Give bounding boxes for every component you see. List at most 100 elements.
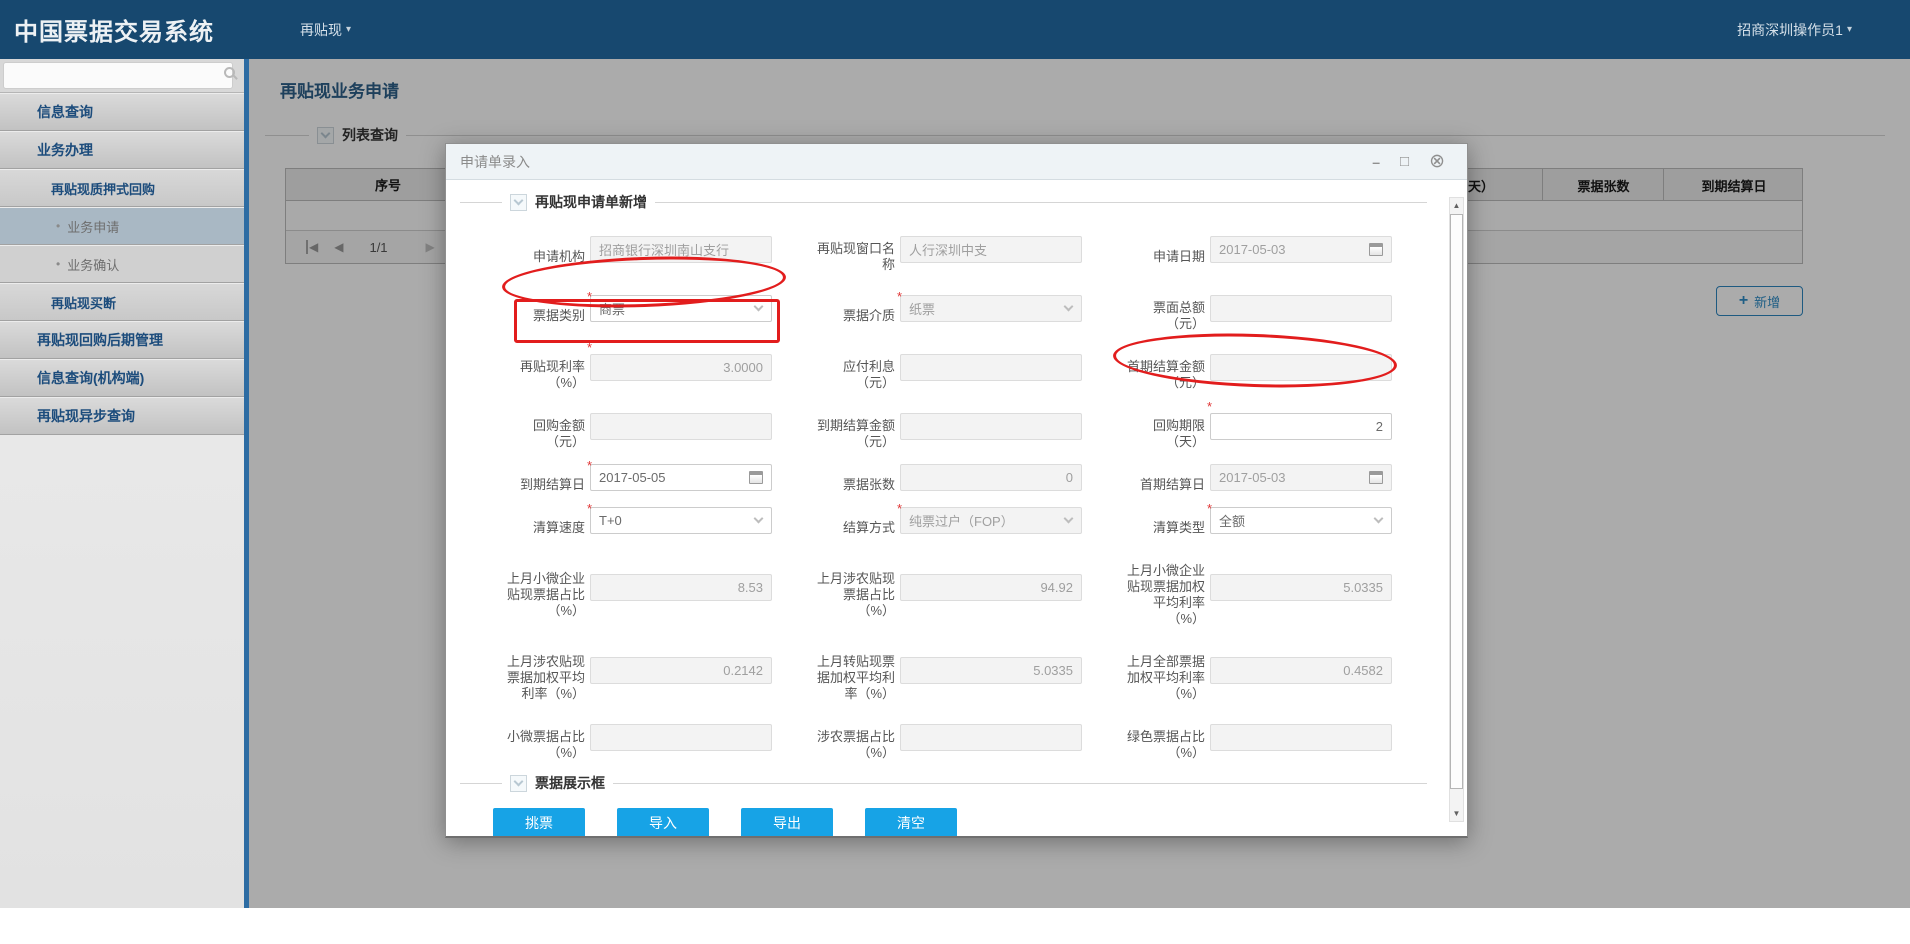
scrollbar-thumb[interactable] — [1450, 214, 1463, 789]
form-field: 结算方式 * 纯票过户（FOP） — [778, 501, 1088, 536]
minimize-icon[interactable]: – — [1372, 155, 1380, 169]
new-application-section-header: 再贴现申请单新增 — [460, 192, 1437, 212]
field-input[interactable]: 2017-05-03 — [1210, 235, 1392, 263]
form-field: 上月全部票据 加权平均利率 （%） 0.4582 — [1088, 638, 1398, 702]
field-input[interactable] — [1210, 723, 1392, 751]
form-field: 再贴现窗口名 称 人行深圳中支 — [778, 225, 1088, 273]
form-field: 首期结算日 2017-05-03 — [1088, 461, 1398, 493]
form-field: 清算速度 * T+0 — [468, 501, 778, 536]
form-field: 到期结算日 * 2017-05-05 — [468, 458, 778, 493]
app-title: 中国票据交易系统 — [14, 19, 214, 46]
form-field: 小微票据占比 （%） — [468, 713, 778, 761]
action-button[interactable]: 导出 — [741, 808, 833, 836]
field-value: 2017-05-05 — [599, 469, 666, 485]
sidebar-item[interactable]: • 业务申请 — [0, 207, 244, 245]
field-input[interactable]: 2017-05-03 — [1210, 463, 1392, 491]
form-field: 应付利息 （元） — [778, 343, 1088, 391]
action-button[interactable]: 清空 — [865, 808, 957, 836]
sidebar-item[interactable]: 信息查询 — [0, 93, 244, 131]
dialog-titlebar: 申请单录入 – □ ⊗ — [446, 144, 1467, 180]
field-value: 招商银行深圳南山支行 — [599, 242, 730, 258]
field-label: 再贴现利率 （%） * — [519, 340, 592, 390]
field-input[interactable] — [1210, 353, 1392, 381]
field-input[interactable]: T+0 — [590, 506, 772, 534]
sidebar-search-row — [0, 59, 244, 93]
sidebar-item[interactable]: • 业务确认 — [0, 245, 244, 283]
required-asterisk: * — [1206, 399, 1212, 414]
sidebar-item[interactable]: 信息查询(机构端) — [0, 359, 244, 397]
form-field: 回购金额 （元） — [468, 402, 778, 450]
field-label: 申请机构 — [532, 249, 585, 264]
field-input[interactable] — [900, 353, 1082, 381]
field-value: 0 — [1065, 469, 1073, 485]
form-field: 再贴现利率 （%） * 3.0000 — [468, 340, 778, 391]
field-input[interactable] — [900, 412, 1082, 440]
collapse-chevron-icon[interactable] — [510, 193, 527, 211]
field-input[interactable]: 5.0335 — [900, 656, 1082, 684]
divider — [460, 782, 502, 784]
section-label: 票据展示框 — [535, 775, 605, 791]
field-input[interactable]: 人行深圳中支 — [900, 235, 1082, 263]
field-input[interactable]: 3.0000 — [590, 353, 772, 381]
field-value: 全额 — [1219, 513, 1246, 529]
field-input[interactable]: 商票 — [590, 294, 772, 322]
sidebar-item[interactable]: 再贴现质押式回购 — [0, 169, 244, 207]
field-input[interactable]: 全额 — [1210, 506, 1392, 534]
scroll-down-icon[interactable]: ▼ — [1450, 806, 1463, 821]
app-header: 中国票据交易系统 再贴现 ▾ 招商深圳操作员1 ▾ — [0, 0, 1910, 59]
maximize-icon[interactable]: □ — [1400, 154, 1409, 169]
sidebar-item[interactable]: 业务办理 — [0, 131, 244, 169]
field-label: 清算速度 * — [532, 501, 592, 535]
field-label: 上月转贴现票 据加权平均利 率（%） — [816, 654, 895, 701]
field-input[interactable]: 0 — [900, 463, 1082, 491]
field-label: 上月小微企业 贴现票据加权 平均利率 （%） — [1126, 563, 1205, 626]
sidebar-item[interactable]: 再贴现回购后期管理 — [0, 321, 244, 359]
nav-item-rediscount[interactable]: 再贴现 ▾ — [300, 20, 351, 40]
dialog-title: 申请单录入 — [460, 153, 530, 170]
form-field: 清算类型 * 全额 — [1088, 501, 1398, 536]
field-input[interactable]: 94.92 — [900, 573, 1082, 601]
field-input[interactable]: 5.0335 — [1210, 573, 1392, 601]
field-label: 结算方式 * — [842, 501, 902, 535]
field-input[interactable] — [900, 723, 1082, 751]
search-input[interactable] — [3, 62, 233, 89]
divider — [613, 782, 1427, 784]
application-form: 申请机构 招商银行深圳南山支行 再贴现窗口名 称 人行深圳中支 申请日期 201… — [468, 225, 1467, 761]
field-label: 小微票据占比 （%） — [506, 729, 585, 760]
sidebar-item-label: 业务办理 — [37, 142, 93, 158]
divider — [655, 201, 1427, 203]
sidebar-item-label: 再贴现异步查询 — [37, 408, 135, 424]
field-value: 0.4582 — [1343, 662, 1383, 678]
required-asterisk: * — [586, 501, 592, 516]
close-icon[interactable]: ⊗ — [1429, 152, 1445, 171]
action-button[interactable]: 导入 — [617, 808, 709, 836]
sidebar-item[interactable]: 再贴现买断 — [0, 283, 244, 321]
form-field: 申请日期 2017-05-03 — [1088, 225, 1398, 273]
sidebar-item-label: 信息查询 — [37, 104, 93, 120]
collapse-chevron-icon[interactable] — [510, 774, 527, 792]
field-input[interactable]: 8.53 — [590, 573, 772, 601]
field-input[interactable]: 0.4582 — [1210, 656, 1392, 684]
field-input[interactable] — [590, 723, 772, 751]
field-input[interactable] — [590, 412, 772, 440]
chevron-down-icon — [1373, 513, 1384, 523]
field-input[interactable]: 纸票 — [900, 294, 1082, 322]
field-input[interactable]: 招商银行深圳南山支行 — [590, 235, 772, 263]
field-input[interactable]: 2017-05-05 — [590, 463, 772, 491]
form-field: 票据类别 * 商票 — [468, 284, 778, 332]
sidebar-item[interactable]: 再贴现异步查询 — [0, 397, 244, 435]
form-field: 上月小微企业 贴现票据占比 （%） 8.53 — [468, 547, 778, 627]
field-input[interactable] — [1210, 294, 1392, 322]
field-value: 商票 — [599, 301, 626, 317]
chevron-down-icon: ▾ — [1846, 24, 1852, 35]
user-menu[interactable]: 招商深圳操作员1 ▾ — [1737, 20, 1852, 40]
field-input[interactable]: 2 — [1210, 412, 1392, 440]
search-icon[interactable] — [224, 67, 235, 78]
field-input[interactable]: 0.2142 — [590, 656, 772, 684]
field-input[interactable]: 纯票过户（FOP） — [900, 506, 1082, 534]
action-button[interactable]: 挑票 — [493, 808, 585, 836]
scroll-up-icon[interactable]: ▲ — [1450, 198, 1463, 213]
sidebar-item-label: 再贴现质押式回购 — [51, 181, 156, 197]
form-field: 涉农票据占比 （%） — [778, 713, 1088, 761]
chevron-down-icon — [1063, 513, 1074, 523]
